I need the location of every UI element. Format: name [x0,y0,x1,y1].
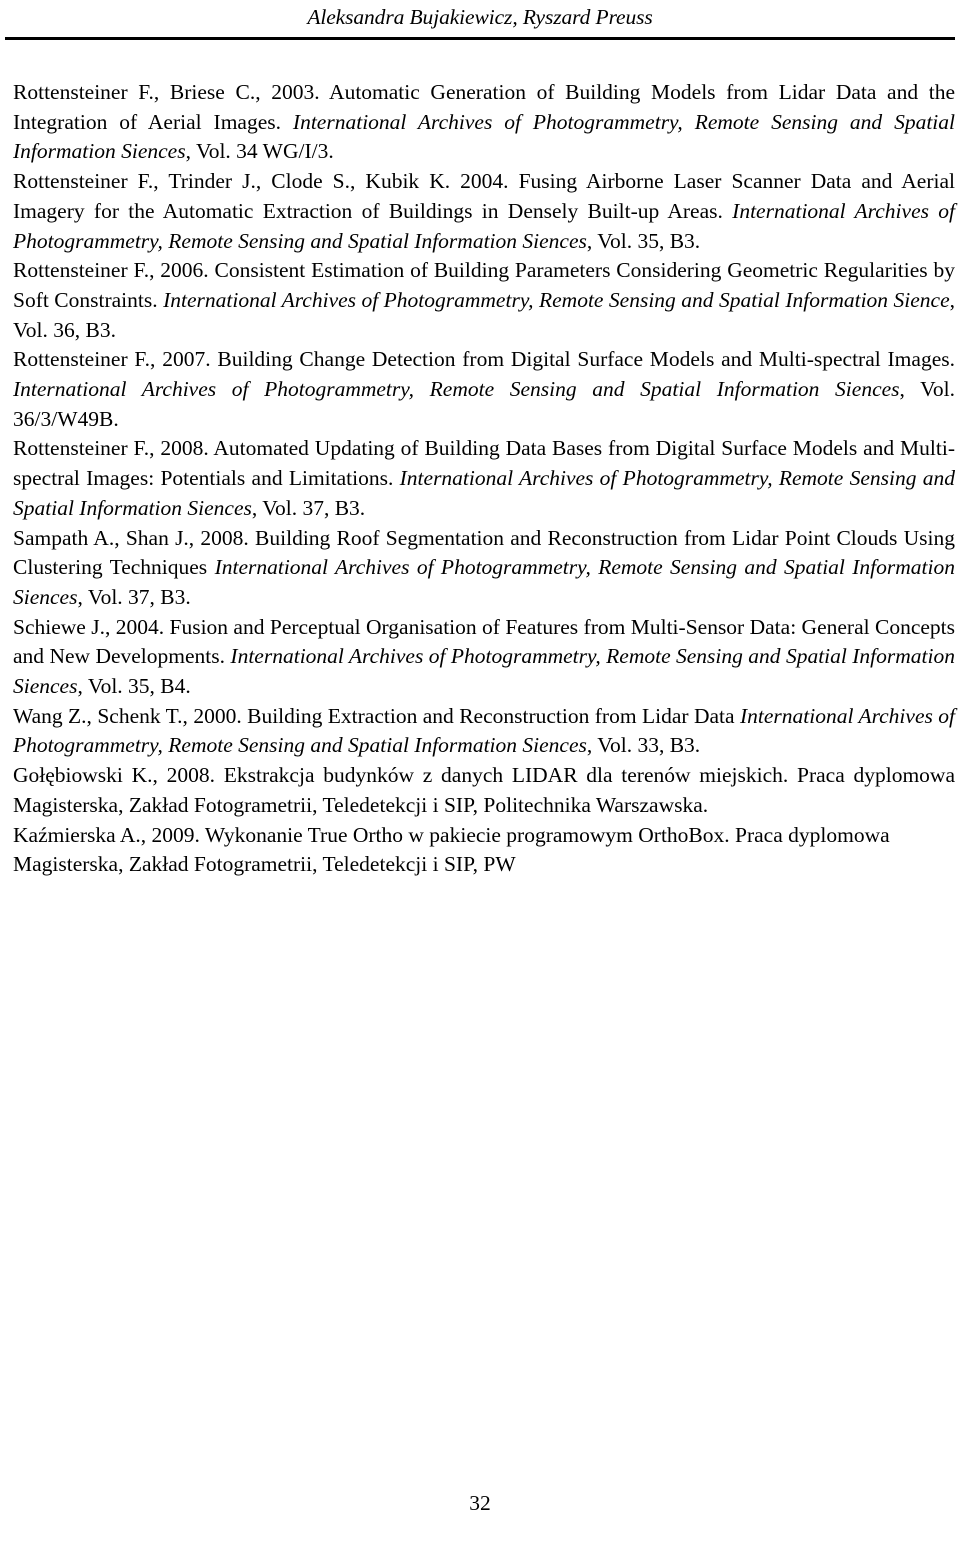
header-divider-rule [5,37,955,40]
reference-entry: Rottensteiner F., Trinder J., Clode S., … [13,167,955,256]
reference-text: , Vol. 37, B3. [77,584,191,609]
reference-entry: Gołębiowski K., 2008. Ekstrakcja budynkó… [13,761,955,820]
reference-entry: Rottensteiner F., 2008. Automated Updati… [13,434,955,523]
reference-journal-title: International Archives of Photogrammetry… [163,287,950,312]
reference-entry: Rottensteiner F., Briese C., 2003. Autom… [13,78,955,167]
document-page: Aleksandra Bujakiewicz, Ryszard Preuss R… [0,0,960,1541]
reference-journal-title: International Archives of Photogrammetry… [13,377,900,402]
reference-entry: Sampath A., Shan J., 2008. Building Roof… [13,524,955,613]
reference-text: Rottensteiner F., 2007. Building Change … [13,347,955,372]
reference-text: Wang Z., Schenk T., 2000. Building Extra… [13,703,740,728]
reference-entry: Wang Z., Schenk T., 2000. Building Extra… [13,702,955,761]
reference-text: , Vol. 33, B3. [586,733,701,758]
reference-text: , Vol. 35, B3. [586,228,701,253]
reference-entry: Kaźmierska A., 2009. Wykonanie True Orth… [13,821,955,880]
reference-text: , Vol. 34 WG/I/3. [185,139,334,164]
reference-entry: Rottensteiner F., 2007. Building Change … [13,345,955,434]
reference-text: , Vol. 37, B3. [251,495,366,520]
reference-text: , Vol. 35, B4. [77,674,191,699]
page-number: 32 [469,1491,491,1515]
reference-text: Kaźmierska A., 2009. Wykonanie True Orth… [13,822,890,877]
reference-entry: Schiewe J., 2004. Fusion and Perceptual … [13,613,955,702]
reference-text: Gołębiowski K., 2008. Ekstrakcja budynkó… [13,763,955,817]
running-header: Aleksandra Bujakiewicz, Ryszard Preuss [307,5,653,29]
reference-list: Rottensteiner F., Briese C., 2003. Autom… [13,78,955,880]
reference-entry: Rottensteiner F., 2006. Consistent Estim… [13,256,955,345]
